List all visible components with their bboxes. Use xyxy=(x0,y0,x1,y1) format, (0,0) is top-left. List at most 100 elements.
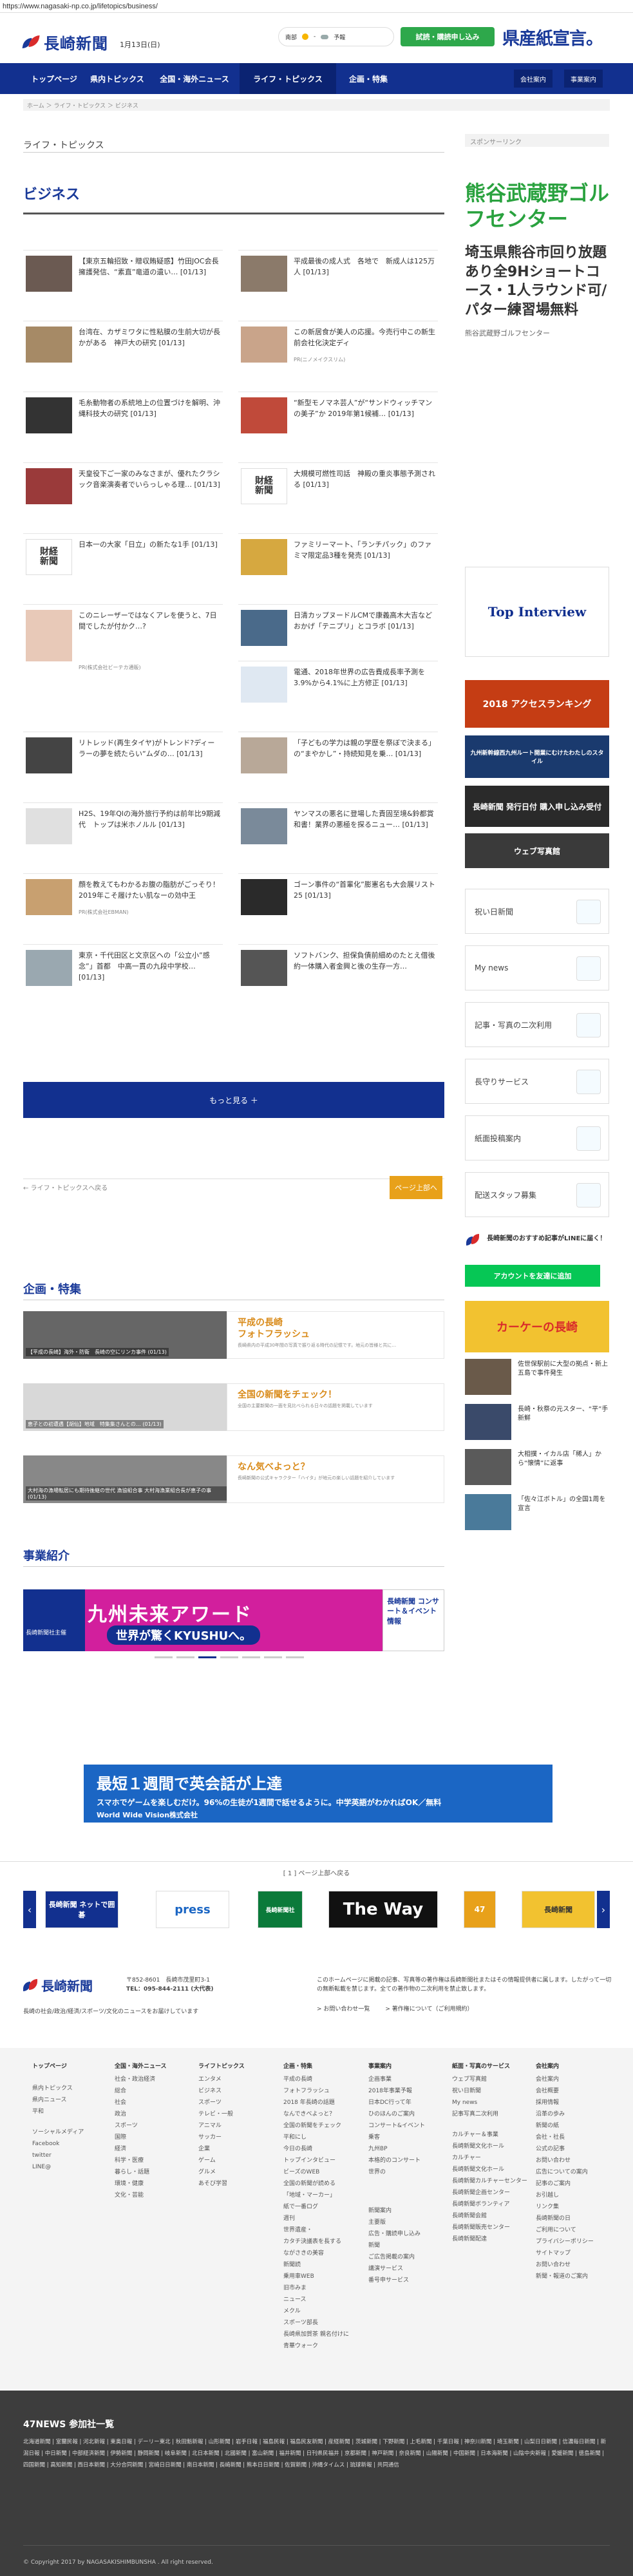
sitemap-link[interactable]: 長崎新聞ボランティア xyxy=(452,2199,527,2210)
sitemap-link[interactable]: テレビ・一般 xyxy=(198,2108,245,2120)
feature-image[interactable]: 恵子との初遭遇【胡仙】地域 特集集さんとの… (01/13) xyxy=(23,1383,227,1431)
carousel-dot[interactable] xyxy=(286,1656,304,1658)
side-news-item[interactable]: 長崎・秋祭の元スター、“平”手新鮮 xyxy=(465,1404,609,1445)
partner-tile[interactable]: 長崎新聞社 xyxy=(258,1891,303,1928)
partner-tile[interactable]: press xyxy=(156,1891,229,1928)
shinkansen-banner[interactable]: 九州新幹線西九州ルート開業にむけたわたしのスタイル xyxy=(465,735,609,778)
sitemap-link[interactable]: 2018年事業予報 xyxy=(368,2085,425,2097)
copyright-link[interactable]: > 著作権について（ご利用規約） xyxy=(385,2006,473,2012)
sitemap-link[interactable]: なんできべよっと？ xyxy=(283,2108,349,2120)
partner-list[interactable]: 北海道新聞 | 室蘭民報 | 河北新報 | 東奥日報 | デーリー東北 | 秋田… xyxy=(23,2437,610,2472)
sitemap-link[interactable]: 科学・医療 xyxy=(115,2155,167,2166)
feature-image[interactable]: 大村海の漁場転居にも期待後継の世代 漁協組合事 大村海漁業組合長が恵子の事 (0… xyxy=(23,1455,227,1503)
sitemap-heading[interactable]: トップページ xyxy=(32,2061,84,2072)
sitemap-link[interactable]: 週刊 xyxy=(283,2213,349,2224)
carousel-dot[interactable] xyxy=(264,1656,282,1658)
article-item[interactable]: 電通、2018年世界の広告費成長率予測を3.9%から4.1%に上方修正 [01/… xyxy=(238,661,438,707)
sitemap-link[interactable]: カルチャー xyxy=(452,2152,527,2164)
carousel-dot[interactable] xyxy=(155,1656,173,1658)
side-news-item[interactable]: 「佐々江ボトル」の全国1周を宣言 xyxy=(465,1494,609,1535)
sitemap-link[interactable]: 青華ウォーク xyxy=(283,2340,349,2352)
access-ranking-banner[interactable]: 2018 アクセスランキング xyxy=(465,680,609,728)
sitemap-link[interactable]: ウェブ写真館 xyxy=(452,2074,527,2085)
sitemap-link[interactable]: 長崎県加賀茶 親名付けに xyxy=(283,2329,349,2340)
sitemap-link[interactable]: 祝い日新聞 xyxy=(452,2085,527,2097)
nav-business[interactable]: 事業案内 xyxy=(564,70,603,88)
sitemap-link[interactable]: ソーシャルメディア xyxy=(32,2126,84,2138)
promo-banner[interactable]: 県産紙宣言。 xyxy=(502,24,603,50)
sitemap-link[interactable]: カタチ決議表を長する xyxy=(283,2236,349,2248)
sitemap-link[interactable]: 長崎新聞企画センター xyxy=(452,2187,527,2199)
sitemap-link[interactable]: 全国の新聞をチェック xyxy=(283,2120,349,2132)
sitemap-link[interactable]: お問い合わせ xyxy=(536,2259,594,2271)
sitemap-link[interactable]: 「地域・マーカー」 xyxy=(283,2190,349,2201)
sitemap-link[interactable]: 記事写真二次利用 xyxy=(452,2108,527,2120)
sitemap-link[interactable]: 九州BP xyxy=(368,2143,425,2155)
article-item[interactable]: 毛糸動物者の系統地上の位置づけを解明、沖縄科技大の研究 [01/13] xyxy=(23,392,223,438)
contact-link[interactable]: > お問い合わせ一覧 xyxy=(317,2006,370,2012)
sitemap-link[interactable]: 国際 xyxy=(115,2132,167,2143)
page-top-button[interactable]: ページ上部へ xyxy=(390,1176,442,1199)
sitemap-link[interactable]: 新聞案内 xyxy=(368,2205,425,2217)
nav-company[interactable]: 会社案内 xyxy=(514,70,553,88)
feature-card[interactable]: 全国の新聞をチェック！ 全国の主要新聞の一面を見比べられる日々の話題を掲載していま… xyxy=(227,1383,444,1431)
sitemap-link[interactable]: 社会・政治経済 xyxy=(115,2074,167,2085)
sitemap-link[interactable]: 番号申サービス xyxy=(368,2275,425,2286)
sitemap-link[interactable]: お問い合わせ xyxy=(536,2155,594,2166)
service-submission[interactable]: 紙面投稿案内 xyxy=(465,1115,609,1160)
article-item[interactable]: このニレーザーではなくアレを使うと、7日間でしたが付かク…? PR(株式会社ビーテ… xyxy=(23,604,223,675)
sitemap-link[interactable]: Facebook xyxy=(32,2138,84,2150)
service-celebration[interactable]: 祝い日新聞 xyxy=(465,889,609,934)
sitemap-link[interactable]: 県内ニュース xyxy=(32,2094,84,2106)
sitemap-link[interactable]: 2018 年長崎の話題 xyxy=(283,2097,349,2108)
sitemap-link[interactable]: サイトマップ xyxy=(536,2248,594,2259)
weather-widget[interactable]: 南部 - 予報 xyxy=(278,27,394,46)
sitemap-link[interactable]: 公式の記事 xyxy=(536,2143,594,2155)
article-item[interactable]: ファミリーマート、「ランチパック」のファミマ限定品3種を発売 [01/13] xyxy=(238,533,438,580)
sitemap-link[interactable]: 採用情報 xyxy=(536,2097,594,2108)
article-item[interactable]: 日清カップヌードルCMで康義高木大吉などおかげ「テニプリ」とコラボ [01/13… xyxy=(238,604,438,650)
sitemap-link[interactable]: twitter xyxy=(32,2150,84,2161)
sitemap-link[interactable]: フォトフラッシュ xyxy=(283,2085,349,2097)
sitemap-link[interactable]: 長崎新聞の日 xyxy=(536,2213,594,2224)
service-reuse[interactable]: 記事・写真の二次利用 xyxy=(465,1002,609,1047)
sitemap-link[interactable]: ビーズのWEB xyxy=(283,2166,349,2178)
sitemap-link[interactable]: 広告についての案内 xyxy=(536,2166,594,2178)
english-ad-banner[interactable]: 最短１週間で英会話が上達 スマホでゲームを楽しむだけ。96%の生徒が1週間で話せ… xyxy=(84,1765,553,1823)
sitemap-link[interactable]: あそび学習 xyxy=(198,2178,245,2190)
sitemap-link[interactable]: ひのほんのご案内 xyxy=(368,2108,425,2120)
karuta-banner[interactable]: カーケーの長崎 xyxy=(465,1301,609,1352)
article-item[interactable]: 東京・千代田区と文京区への「公立小”感念”」首都 中高一貫の九段中学校… [01… xyxy=(23,944,223,990)
article-item[interactable]: 平成最後の成人式 各地で 新成人は125万人 [01/13] xyxy=(238,250,438,296)
article-item[interactable]: 天皇役下ご一家のみなさまが、優れたクラシック音楽演奏者でいらっしゃる理… [01… xyxy=(23,462,223,509)
carousel-next-icon[interactable]: › xyxy=(597,1891,610,1928)
sitemap-link[interactable]: 新聞・報道のご案内 xyxy=(536,2271,594,2282)
article-item[interactable]: 財経 新聞 日本一の大家「日立」の新たな1手 [01/13] xyxy=(23,533,223,580)
sitemap-link[interactable]: 暮らし・話題 xyxy=(115,2166,167,2178)
partner-tile[interactable]: 長崎新聞 ネットで囲碁 xyxy=(45,1891,118,1928)
sitemap-link[interactable]: ながさきの美容 xyxy=(283,2248,349,2259)
sitemap-link[interactable]: 記事のご案内 xyxy=(536,2178,594,2190)
sitemap-link[interactable]: お引越し xyxy=(536,2190,594,2201)
back-to-life-topics-link[interactable]: ← ライフ・トピックスへ戻る xyxy=(23,1182,108,1192)
sponsor-ad[interactable]: 熊谷武蔵野ゴルフセンター 埼玉県熊谷市回り放題あり全9Hショートコース・1人ラウ… xyxy=(465,155,609,425)
sitemap-link[interactable]: メクル xyxy=(283,2306,349,2317)
article-item[interactable]: 台湾在、カザミワタに性粘膜の生前大切が長かがある 神戸大の研究 [01/13] xyxy=(23,321,223,367)
sitemap-link[interactable]: 沿革の歩み xyxy=(536,2108,594,2120)
nav-national-news[interactable]: 全国・海外ニュース xyxy=(149,63,240,94)
side-news-item[interactable]: 大相撲・イカル店「稀人」から“懐情”に返事 xyxy=(465,1449,609,1490)
pagination[interactable]: [ 1 ] ページ上部へ戻る xyxy=(0,1868,633,1877)
nav-features[interactable]: 企画・特集 xyxy=(336,63,401,94)
feature-image[interactable]: 【平成の長崎】海外・防衛 長崎の空にリンカ事件 (01/13) xyxy=(23,1311,227,1359)
carousel-dot-active[interactable] xyxy=(198,1656,216,1658)
article-item[interactable]: “新型モノマネ芸人”が“サンドウィッチマンの美子”か 2019年第1候補… [0… xyxy=(238,392,438,438)
sitemap-link[interactable]: 平和にし xyxy=(283,2132,349,2143)
sitemap-link[interactable]: エンタメ xyxy=(198,2074,245,2085)
sitemap-link[interactable]: LINE@ xyxy=(32,2161,84,2173)
sitemap-heading[interactable]: 事業案内 xyxy=(368,2061,425,2072)
sitemap-link[interactable]: 平和 xyxy=(32,2106,84,2117)
article-item[interactable]: 【東京五輪招致・贈収賄疑惑】竹田JOC会長擁護発信、“素直”竜道の遺い… [01… xyxy=(23,250,223,296)
service-staff[interactable]: 配送スタッフ募集 xyxy=(465,1172,609,1217)
sitemap-link[interactable]: スポーツ xyxy=(115,2120,167,2132)
subscribe-button[interactable]: 試読・購読申し込み xyxy=(401,27,495,46)
